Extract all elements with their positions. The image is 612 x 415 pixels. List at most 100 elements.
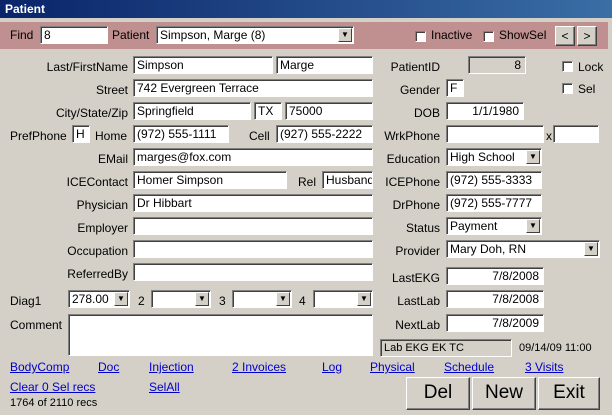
- street-label: Street: [95, 83, 128, 97]
- icephone-label: ICEPhone: [385, 175, 440, 189]
- physical-link[interactable]: Physical: [370, 360, 415, 374]
- lastekg-label: LastEKG: [391, 271, 440, 285]
- showsel-checkbox[interactable]: [483, 31, 494, 42]
- education-select[interactable]: High School ▼: [446, 148, 542, 166]
- provider-label: Provider: [395, 244, 440, 258]
- find-label: Find: [10, 28, 34, 42]
- chevron-down-icon[interactable]: ▼: [584, 242, 598, 256]
- invoices-link[interactable]: 2 Invoices: [232, 360, 286, 374]
- employer-field[interactable]: [133, 217, 373, 235]
- tests-summary: Lab EKG EK TC: [380, 339, 512, 357]
- window-title: Patient: [5, 2, 46, 16]
- find-input[interactable]: 8: [40, 26, 108, 44]
- lock-checkbox[interactable]: [562, 61, 573, 72]
- sel-checkbox[interactable]: [562, 83, 573, 94]
- chevron-down-icon[interactable]: ▼: [276, 292, 290, 306]
- find-bar: Find 8 Patient Simpson, Marge (8) ▼ Inac…: [0, 22, 608, 49]
- referredby-field[interactable]: [133, 263, 373, 281]
- employer-label: Employer: [77, 221, 128, 235]
- diag4-select[interactable]: ▼: [313, 290, 373, 308]
- chevron-down-icon[interactable]: ▼: [526, 219, 540, 233]
- chevron-down-icon[interactable]: ▼: [526, 150, 540, 164]
- chevron-down-icon[interactable]: ▼: [357, 292, 371, 306]
- zip-field[interactable]: 75000: [285, 102, 373, 120]
- home-label: Home: [95, 129, 128, 143]
- rel-field[interactable]: Husband: [322, 171, 373, 189]
- occupation-label: Occupation: [67, 244, 128, 258]
- lastekg-field[interactable]: 7/8/2008: [446, 267, 544, 285]
- diag1-select[interactable]: 278.00 ▼: [68, 290, 130, 308]
- icephone-field[interactable]: (972) 555-3333: [446, 171, 542, 189]
- comment-field[interactable]: [68, 314, 373, 356]
- chevron-down-icon[interactable]: ▼: [114, 292, 128, 306]
- patient-window: Patient Find 8 Patient Simpson, Marge (8…: [0, 0, 612, 415]
- diag2-label: 2: [138, 294, 145, 308]
- provider-select[interactable]: Mary Doh, RN ▼: [446, 240, 600, 258]
- status-label: Status: [405, 221, 440, 235]
- patientid-label: PatientID: [390, 60, 440, 74]
- visits-link[interactable]: 3 Visits: [525, 360, 563, 374]
- wrkphone-field[interactable]: [446, 125, 544, 143]
- schedule-link[interactable]: Schedule: [444, 360, 494, 374]
- prev-record-button[interactable]: <: [555, 26, 575, 46]
- icecontact-label: ICEContact: [66, 175, 128, 189]
- education-label: Education: [386, 152, 440, 166]
- nextlab-field[interactable]: 7/8/2009: [446, 314, 544, 332]
- patientid-field: 8: [468, 56, 526, 74]
- diag2-select[interactable]: ▼: [151, 290, 211, 308]
- diag3-label: 3: [219, 294, 226, 308]
- prefphone-label: PrefPhone: [10, 129, 67, 143]
- record-count: 1764 of 2110 recs: [10, 397, 98, 409]
- sel-label: Sel: [578, 82, 596, 96]
- occupation-field[interactable]: [133, 240, 373, 258]
- wrkphone-label: WrkPhone: [384, 129, 440, 143]
- last-name-field[interactable]: Simpson: [133, 56, 273, 74]
- bodycomp-link[interactable]: BodyComp: [10, 360, 69, 374]
- chevron-down-icon[interactable]: ▼: [338, 28, 352, 42]
- clear-selection-link[interactable]: Clear 0 Sel recs: [10, 380, 95, 394]
- lock-label: Lock: [578, 60, 604, 74]
- diag4-label: 4: [299, 294, 306, 308]
- nextlab-label: NextLab: [395, 318, 440, 332]
- lastlab-field[interactable]: 7/8/2008: [446, 290, 544, 308]
- delete-button[interactable]: Del: [406, 377, 470, 410]
- ext-label: x: [546, 129, 552, 143]
- injection-link[interactable]: Injection: [149, 360, 194, 374]
- doc-link[interactable]: Doc: [98, 360, 119, 374]
- gender-field[interactable]: F: [446, 79, 464, 97]
- cell-label: Cell: [249, 129, 270, 143]
- patient-select[interactable]: Simpson, Marge (8) ▼: [156, 26, 354, 44]
- chevron-down-icon[interactable]: ▼: [195, 292, 209, 306]
- exit-button[interactable]: Exit: [538, 377, 600, 410]
- drphone-field[interactable]: (972) 555-7777: [446, 194, 542, 212]
- city-state-zip-label: City/State/Zip: [55, 106, 128, 120]
- patient-select-value: Simpson, Marge (8): [160, 28, 266, 42]
- wrkphone-ext-field[interactable]: [553, 125, 599, 143]
- diag3-select[interactable]: ▼: [232, 290, 292, 308]
- inactive-checkbox[interactable]: [415, 31, 426, 42]
- status-select[interactable]: Payment ▼: [446, 217, 542, 235]
- home-phone-field[interactable]: (972) 555-1111: [133, 125, 229, 143]
- prefphone-field[interactable]: H: [72, 125, 90, 143]
- timestamp: 09/14/09 11:00: [519, 342, 592, 354]
- first-name-field[interactable]: Marge: [276, 56, 373, 74]
- drphone-label: DrPhone: [392, 198, 440, 212]
- select-all-link[interactable]: SelAll: [149, 380, 180, 394]
- physician-field[interactable]: Dr Hibbart: [133, 194, 373, 212]
- city-field[interactable]: Springfield: [133, 102, 251, 120]
- title-bar: Patient: [0, 0, 612, 18]
- cell-phone-field[interactable]: (927) 555-2222: [276, 125, 373, 143]
- state-field[interactable]: TX: [254, 102, 282, 120]
- street-field[interactable]: 742 Evergreen Terrace: [133, 79, 373, 97]
- rel-label: Rel: [298, 175, 317, 189]
- comment-label: Comment: [10, 318, 63, 332]
- diag1-value: 278.00: [72, 292, 109, 306]
- new-button[interactable]: New: [472, 377, 536, 410]
- next-record-button[interactable]: >: [577, 26, 597, 46]
- log-link[interactable]: Log: [322, 360, 342, 374]
- diag1-label: Diag1: [10, 294, 42, 308]
- referredby-label: ReferredBy: [67, 267, 128, 281]
- email-field[interactable]: marges@fox.com: [133, 148, 373, 166]
- icecontact-field[interactable]: Homer Simpson: [133, 171, 287, 189]
- dob-field[interactable]: 1/1/1980: [446, 102, 524, 120]
